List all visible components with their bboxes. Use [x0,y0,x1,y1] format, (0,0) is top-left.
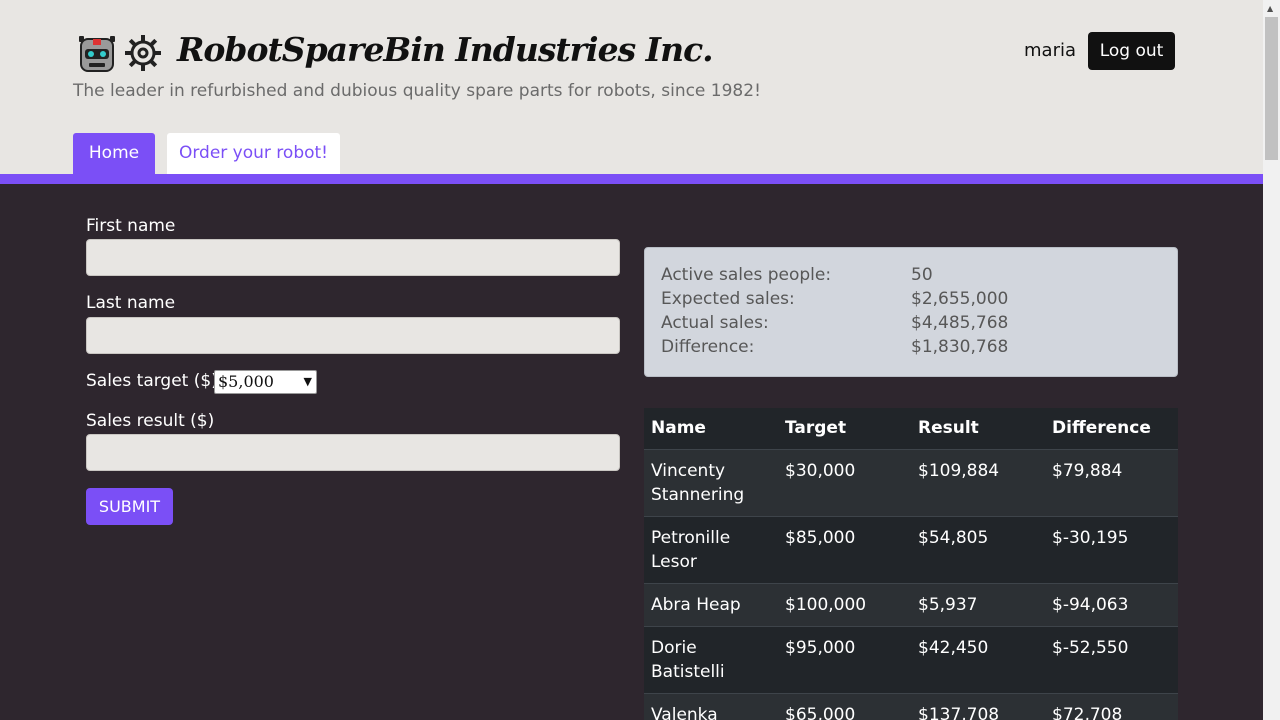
cell-result: $137,708 [918,705,1000,720]
submit-button[interactable]: SUBMIT [86,488,173,525]
table-row: Vincenty Stannering $30,000 $109,884 $79… [644,449,1178,516]
page: RobotSpareBin Industries Inc. The leader… [0,0,1263,720]
table-row: Petronille Lesor $85,000 $54,805 $-30,19… [644,516,1178,583]
sales-target-value: $5,000 [218,372,274,391]
cell-difference: $-94,063 [1052,595,1129,615]
gear-icon [125,35,161,71]
site-header: RobotSpareBin Industries Inc. The leader… [0,0,1263,174]
summary-label: Actual sales: [661,313,769,333]
table-header: Name Target Result Difference [644,408,1178,449]
cell-difference: $72,708 [1052,705,1123,720]
accent-bar [0,174,1263,184]
column-header-result: Result [918,418,979,438]
cell-target: $100,000 [785,595,867,615]
logout-button[interactable]: Log out [1088,32,1175,70]
column-header-target: Target [785,418,847,438]
sales-result-input[interactable] [86,434,620,471]
cell-name: Dorie Batistelli [651,638,725,682]
sales-table: Name Target Result Difference Vincenty S… [644,408,1178,720]
sales-target-select[interactable]: $5,000 ▼ [214,370,317,394]
cell-result: $54,805 [918,528,989,548]
first-name-input[interactable] [86,239,620,276]
username: maria [1024,40,1076,61]
summary-value: $2,655,000 [911,289,1009,309]
column-header-name: Name [651,418,706,438]
table-row: Valenka $65,000 $137,708 $72,708 [644,693,1178,720]
tab-home[interactable]: Home [73,133,155,174]
summary-label: Difference: [661,337,755,357]
chevron-down-icon: ▼ [303,375,312,388]
vertical-scrollbar[interactable]: ▲ [1263,0,1280,720]
last-name-input[interactable] [86,317,620,354]
cell-difference: $-52,550 [1052,638,1129,658]
cell-result: $5,937 [918,595,978,615]
summary-label: Expected sales: [661,289,795,309]
table-row: Abra Heap $100,000 $5,937 $-94,063 [644,583,1178,626]
summary-label: Active sales people: [661,265,832,285]
cell-name: Vincenty Stannering [651,461,745,505]
sales-summary-card: Active sales people: 50 Expected sales: … [644,247,1178,377]
tab-order-your-robot[interactable]: Order your robot! [167,133,340,174]
first-name-label: First name [86,216,176,236]
summary-value: 50 [911,265,933,285]
table-row: Dorie Batistelli $95,000 $42,450 $-52,55… [644,626,1178,693]
cell-name: Valenka [651,705,718,720]
tagline: The leader in refurbished and dubious qu… [73,81,761,101]
scroll-up-icon[interactable]: ▲ [1267,4,1273,13]
last-name-label: Last name [86,293,176,313]
cell-target: $95,000 [785,638,856,658]
cell-target: $85,000 [785,528,856,548]
cell-result: $42,450 [918,638,989,658]
brand-title: RobotSpareBin Industries Inc. [177,30,714,69]
cell-target: $65,000 [785,705,856,720]
column-header-difference: Difference [1052,418,1151,438]
scroll-thumb[interactable] [1265,17,1278,160]
cell-difference: $79,884 [1052,461,1123,481]
logo [77,33,163,73]
sales-result-label: Sales result ($) [86,411,215,431]
cell-name: Petronille Lesor [651,528,731,572]
cell-name: Abra Heap [651,595,741,615]
summary-value: $1,830,768 [911,337,1009,357]
robot-icon [79,36,115,72]
sales-target-label: Sales target ($) [86,371,218,391]
cell-result: $109,884 [918,461,1000,481]
cell-target: $30,000 [785,461,856,481]
cell-difference: $-30,195 [1052,528,1129,548]
summary-value: $4,485,768 [911,313,1009,333]
